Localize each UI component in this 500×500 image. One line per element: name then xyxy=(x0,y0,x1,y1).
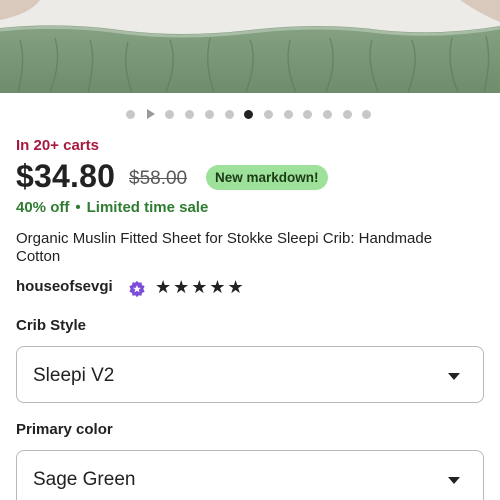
product-image[interactable] xyxy=(0,0,500,93)
carousel-dots[interactable] xyxy=(0,107,500,121)
play-icon[interactable] xyxy=(146,109,155,119)
discount-percent: 40% off xyxy=(16,199,70,216)
carousel-dot[interactable] xyxy=(303,110,313,119)
price-row: $34.80 $58.00 New markdown! xyxy=(16,158,496,198)
listing-title: Organic Muslin Fitted Sheet for Stokke S… xyxy=(16,230,433,265)
crib-style-value: Sleepi V2 xyxy=(33,365,115,386)
original-price: $58.00 xyxy=(129,168,188,189)
rating-stars-icon[interactable]: ★★★★★ xyxy=(155,277,246,298)
in-carts-label: In 20+ carts xyxy=(16,137,99,154)
carousel-dot[interactable] xyxy=(323,110,332,119)
shop-row: houseofsevgi ★★★★★ xyxy=(16,277,496,298)
carousel-dot[interactable] xyxy=(342,110,352,119)
carousel-dot[interactable] xyxy=(263,110,273,119)
markdown-badge: New markdown! xyxy=(206,165,328,190)
product-image-graphic xyxy=(0,0,500,93)
current-price: $34.80 xyxy=(16,158,116,194)
primary-color-label: Primary color xyxy=(16,421,113,438)
separator-dot: • xyxy=(75,199,81,216)
star-seller-icon xyxy=(129,280,145,298)
shop-name-link[interactable]: houseofsevgi xyxy=(16,278,113,295)
sale-text: Limited time sale xyxy=(86,199,209,216)
crib-style-label: Crib Style xyxy=(16,317,87,334)
primary-color-value: Sage Green xyxy=(33,469,136,490)
carousel-dot[interactable] xyxy=(283,110,293,119)
carousel-dot[interactable] xyxy=(224,110,234,119)
carousel-dot[interactable] xyxy=(185,110,195,119)
primary-color-select[interactable]: Sage Green xyxy=(16,450,484,500)
discount-line: 40% off • Limited time sale xyxy=(16,199,208,216)
carousel-dot[interactable] xyxy=(362,110,372,119)
chevron-down-icon xyxy=(448,373,460,380)
chevron-down-icon xyxy=(448,477,460,484)
carousel-dot[interactable] xyxy=(204,110,214,119)
crib-style-select[interactable]: Sleepi V2 xyxy=(16,346,484,403)
carousel-dot[interactable] xyxy=(126,110,135,119)
carousel-dot[interactable] xyxy=(165,110,175,119)
carousel-dot-active[interactable] xyxy=(244,110,254,119)
